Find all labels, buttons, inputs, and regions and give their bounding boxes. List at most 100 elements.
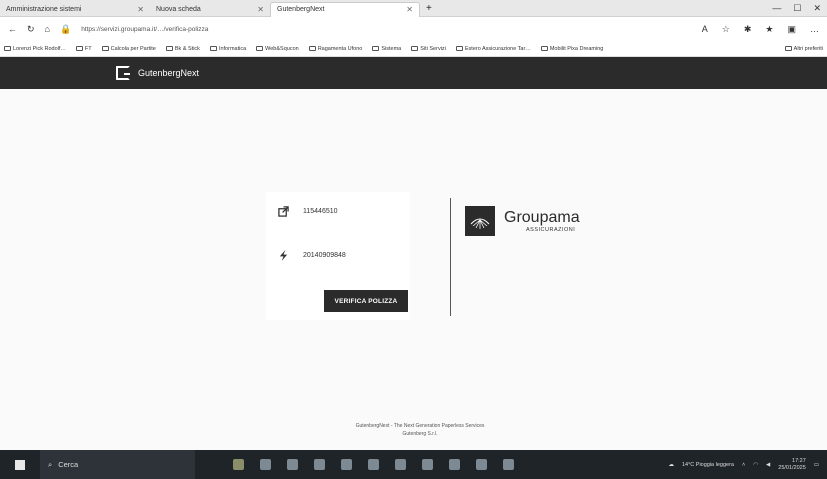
wifi-icon[interactable]: ◠ <box>753 462 758 468</box>
clock[interactable]: 17:27 25/01/2025 <box>778 458 806 472</box>
footer-line-1: GutenbergNext - The Next Generation Pape… <box>355 423 485 429</box>
taskbar: ⌕ Cerca ☁ 14°C Pioggia leggera ˄ ◠ ◀ 17:… <box>0 450 827 479</box>
folder-icon <box>540 46 548 51</box>
address-bar: ← ↻ ⌂ 🔒 https://servizi.groupama.it/…/ve… <box>0 17 827 41</box>
volume-icon[interactable]: ◀ <box>766 462 770 468</box>
maximize-icon[interactable]: ☐ <box>793 3 801 14</box>
app-name: GutenbergNext <box>138 68 200 78</box>
page-footer: GutenbergNext - The Next Generation Pape… <box>300 422 540 438</box>
close-tab-icon[interactable]: ✕ <box>406 5 413 14</box>
system-tray: ☁ 14°C Pioggia leggera ˄ ◠ ◀ 17:27 25/01… <box>668 458 827 472</box>
bookmark-item[interactable]: Calcola per Partite <box>101 46 156 52</box>
bookmark-item[interactable]: Web&Squcon <box>256 46 299 52</box>
bookmark-item[interactable]: Lorenzi Pick Rodolf… <box>4 46 66 52</box>
close-tab-icon[interactable]: ✕ <box>137 5 144 14</box>
close-window-icon[interactable]: ✕ <box>813 3 821 14</box>
browser-tab-3[interactable]: GutenbergNext ✕ <box>270 1 420 17</box>
clock-time: 17:27 <box>792 457 806 464</box>
read-aloud-icon[interactable]: A <box>702 24 708 35</box>
gutenberg-logo-icon <box>116 66 130 80</box>
folder-icon <box>411 46 419 51</box>
taskbar-app-icon[interactable] <box>449 459 460 470</box>
lock-icon: 🔒 <box>59 23 72 34</box>
chevron-up-icon[interactable]: ˄ <box>742 462 745 468</box>
browser-tab-1[interactable]: Amministrazione sistemi ✕ <box>0 2 150 17</box>
policy-number-row: 115446510 <box>278 206 338 217</box>
verify-policy-button[interactable]: VERIFICA POLIZZA <box>324 290 408 312</box>
taskbar-app-icon[interactable] <box>341 459 352 470</box>
bookmark-item[interactable]: Bk & Stick <box>165 46 200 52</box>
bookmark-item[interactable]: Ragamenta Ufono <box>308 46 362 52</box>
task-view-icon[interactable] <box>260 459 271 470</box>
taskbar-app-icon[interactable] <box>422 459 433 470</box>
notifications-icon[interactable]: ▭ <box>814 462 819 468</box>
taskbar-app-icon[interactable] <box>314 459 325 470</box>
brand-subtitle: ASSICURAZIONI <box>526 227 576 233</box>
folder-icon <box>165 46 173 51</box>
browser-tab-bar: Amministrazione sistemi ✕ Nuova scheda ✕… <box>0 0 827 17</box>
vertical-divider <box>450 198 451 316</box>
folder-icon <box>455 46 463 51</box>
external-link-icon <box>278 206 289 217</box>
weather-icon: ☁ <box>668 461 674 468</box>
folder-icon <box>256 46 264 51</box>
windows-logo-icon <box>15 459 25 470</box>
refresh-icon[interactable]: ↻ <box>27 24 35 35</box>
window-controls: — ☐ ✕ <box>772 3 827 14</box>
weather-text[interactable]: 14°C Pioggia leggera <box>682 462 734 468</box>
more-icon[interactable]: … <box>810 24 819 35</box>
date-row: 20140909848 <box>278 250 346 261</box>
bookmark-item[interactable]: Sistema <box>372 46 401 52</box>
extensions-icon[interactable]: ✱ <box>744 24 752 35</box>
bookmark-item-other[interactable]: Altri preferiti <box>784 46 823 52</box>
back-icon[interactable]: ← <box>8 24 17 34</box>
bookmark-item[interactable]: Siti Servizi <box>411 46 446 52</box>
folder-icon <box>209 46 217 51</box>
folder-icon <box>372 46 380 51</box>
taskbar-app-icon[interactable] <box>233 459 244 470</box>
minimize-icon[interactable]: — <box>772 3 781 14</box>
date-value: 20140909848 <box>303 252 346 259</box>
folder-icon <box>75 46 83 51</box>
new-tab-icon[interactable]: + <box>420 3 432 14</box>
tab-title: Nuova scheda <box>156 5 201 13</box>
browser-tab-2[interactable]: Nuova scheda ✕ <box>150 2 270 17</box>
taskbar-apps <box>233 459 514 470</box>
tab-title: Amministrazione sistemi <box>6 5 82 13</box>
bookmark-item[interactable]: Mobilit Pixa Dreaming <box>540 46 603 52</box>
bookmark-item[interactable]: FT <box>75 46 92 52</box>
groupama-logo-icon <box>465 206 495 236</box>
policy-number: 115446510 <box>303 208 338 215</box>
taskbar-app-icon[interactable] <box>395 459 406 470</box>
taskbar-app-icon[interactable] <box>476 459 487 470</box>
folder-icon <box>308 46 316 51</box>
tab-title: GutenbergNext <box>277 6 325 13</box>
favorites-icon[interactable]: ★ <box>765 24 773 35</box>
search-placeholder: Cerca <box>58 460 79 469</box>
policy-card: 115446510 20140909848 VERIFICA POLIZZA <box>266 192 410 320</box>
folder-icon <box>101 46 109 51</box>
clock-date: 25/01/2025 <box>778 464 806 471</box>
close-tab-icon[interactable]: ✕ <box>257 5 264 14</box>
footer-line-2: Gutenberg S.r.l. <box>402 431 438 437</box>
search-icon: ⌕ <box>48 459 53 469</box>
lightning-icon <box>279 250 288 261</box>
groupama-brand: Groupama ASSICURAZIONI <box>465 206 580 236</box>
start-button[interactable] <box>0 459 40 470</box>
bookmark-item[interactable]: Informatica <box>209 46 246 52</box>
taskbar-app-icon[interactable] <box>503 459 514 470</box>
collections-icon[interactable]: ▣ <box>787 24 796 35</box>
folder-icon <box>784 46 792 51</box>
bookmarks-bar: Lorenzi Pick Rodolf… FT Calcola per Part… <box>0 41 827 57</box>
app-header: GutenbergNext <box>0 57 827 89</box>
taskbar-app-icon[interactable] <box>368 459 379 470</box>
home-icon[interactable]: ⌂ <box>45 24 50 34</box>
taskbar-search[interactable]: ⌕ Cerca <box>40 450 195 479</box>
brand-name: Groupama <box>504 209 580 226</box>
bookmark-item[interactable]: Estero Assicurazione Tar… <box>455 46 531 52</box>
taskbar-app-icon[interactable] <box>287 459 298 470</box>
browser-toolbar-icons: A ☆ ✱ ★ ▣ … <box>702 24 819 35</box>
favorite-icon[interactable]: ☆ <box>722 24 730 35</box>
folder-icon <box>4 46 11 51</box>
url-input[interactable]: https://servizi.groupama.it/…/verifica-p… <box>81 26 291 33</box>
